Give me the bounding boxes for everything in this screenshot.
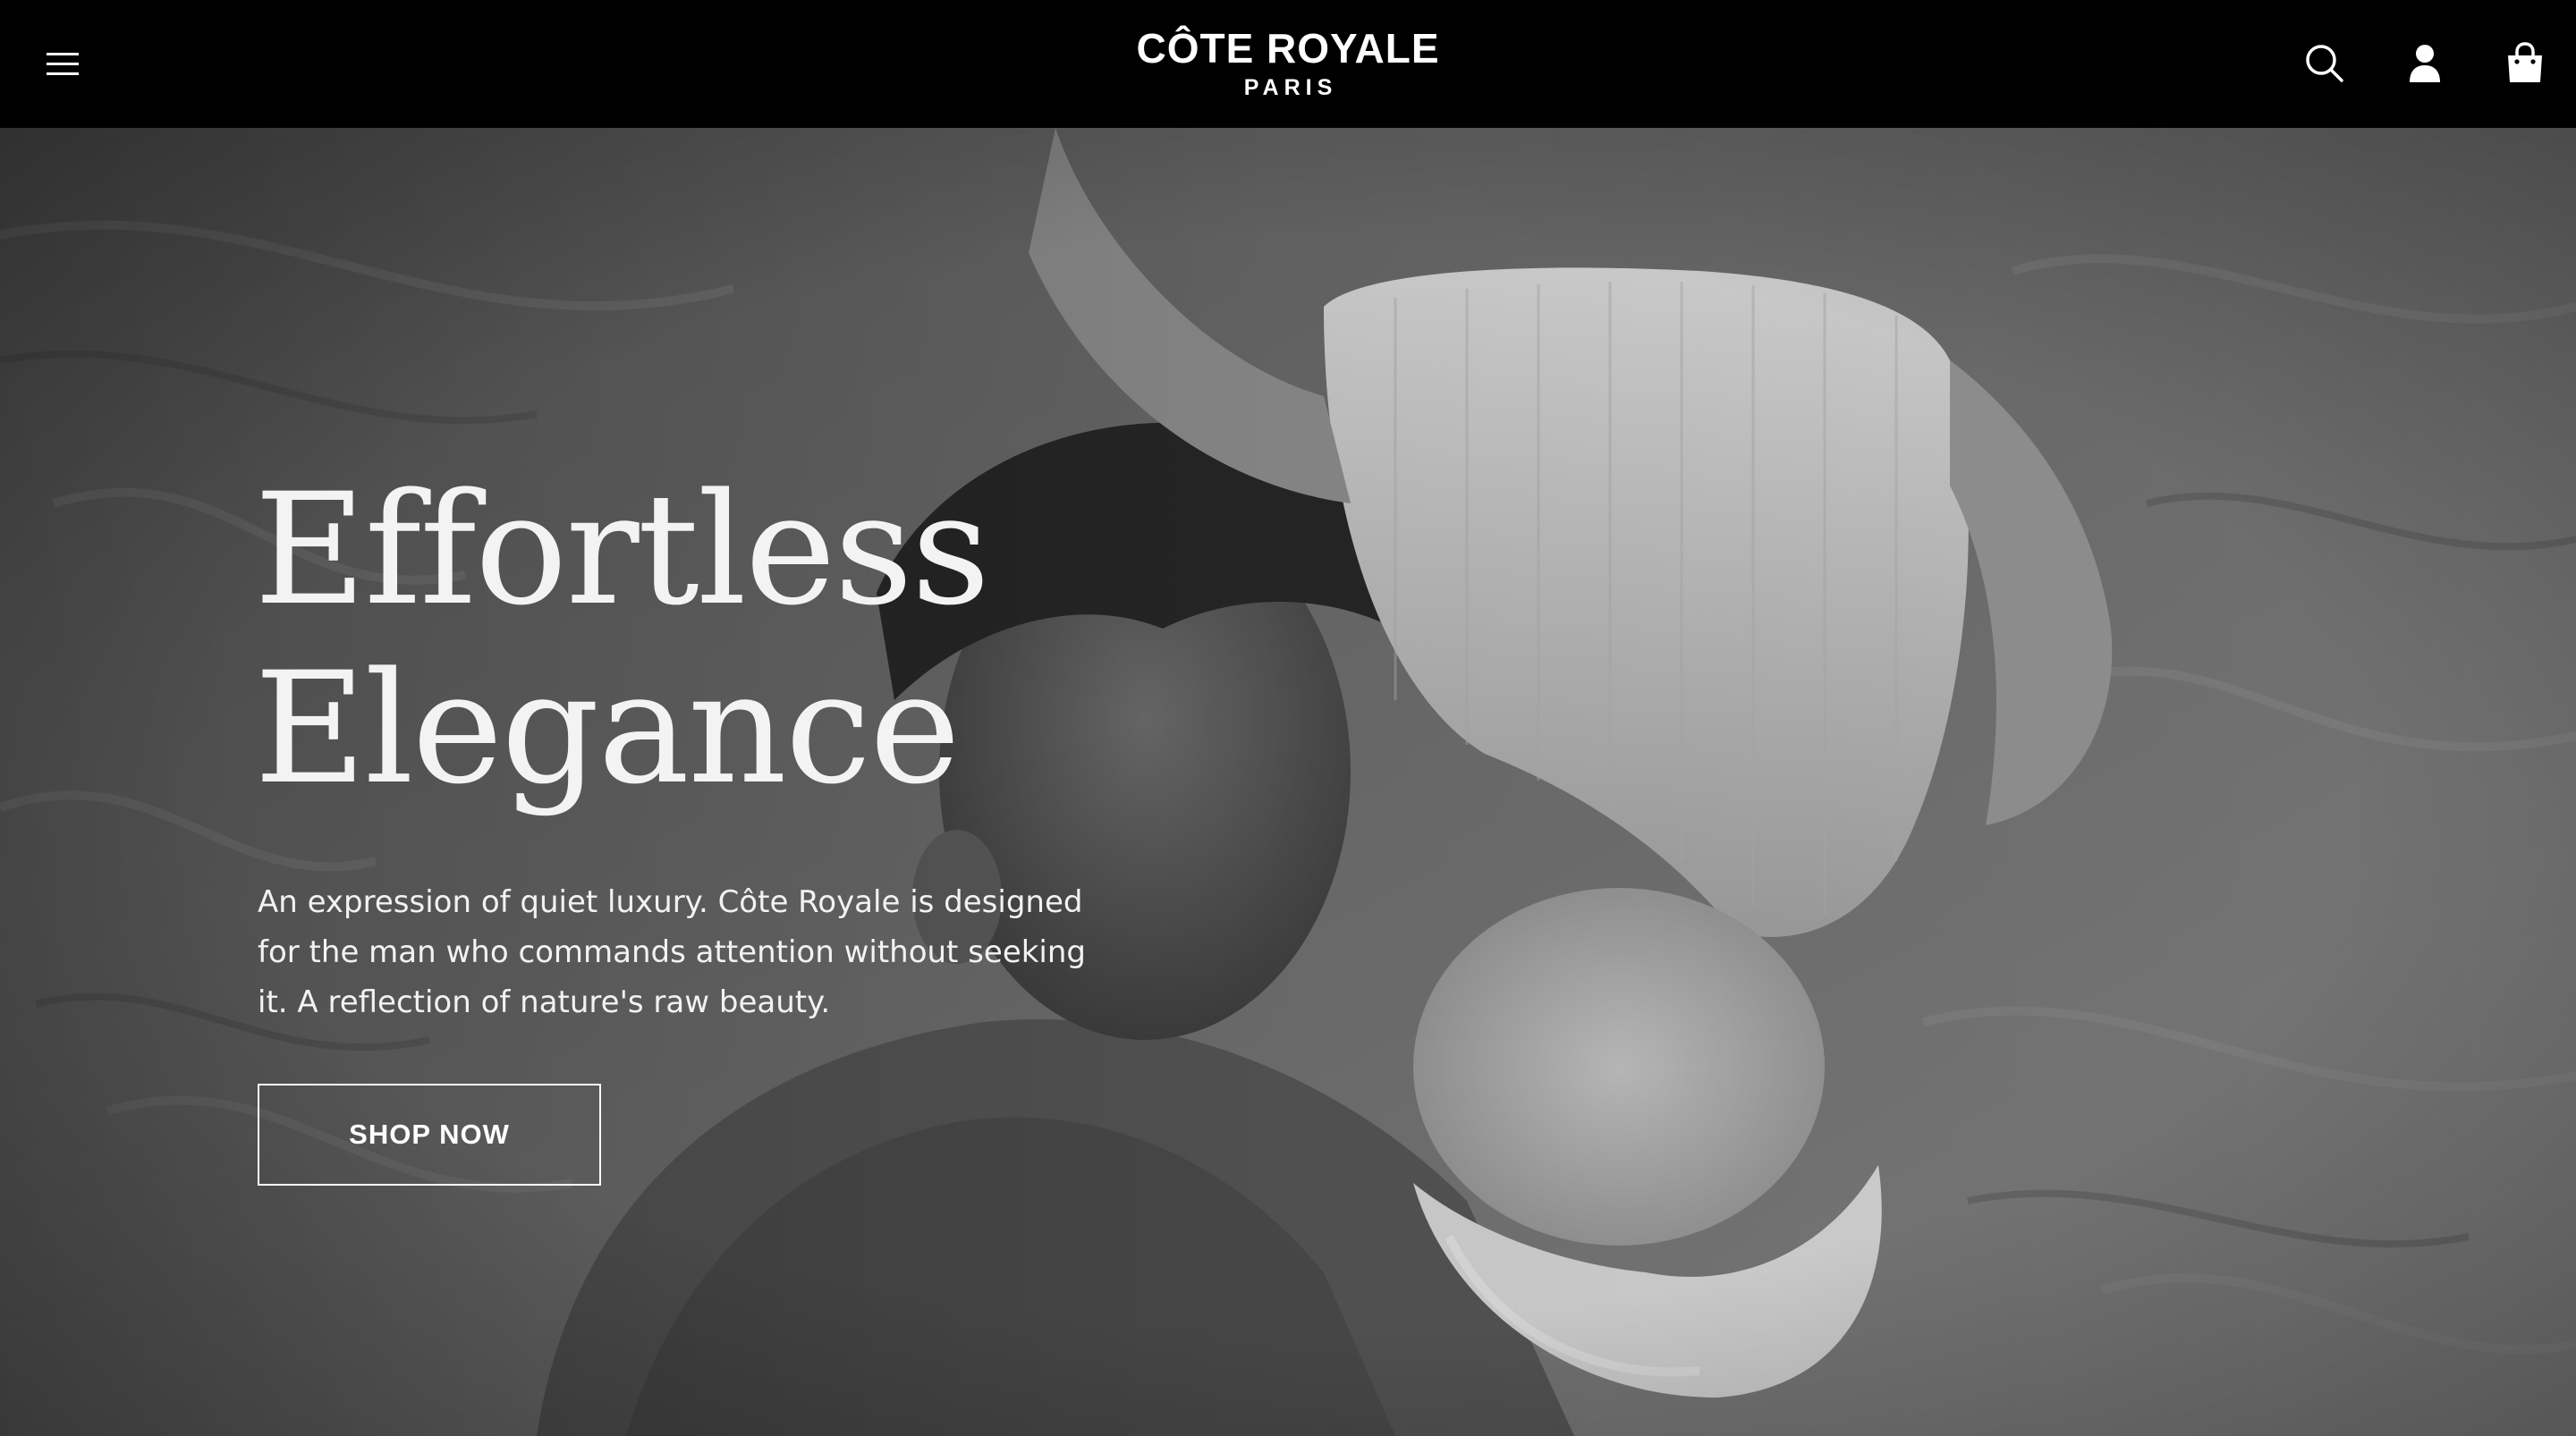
hero-title: Effortless Elegance [254,460,1238,818]
menu-line [47,72,79,75]
hamburger-menu-icon[interactable] [47,50,80,79]
brand-name: CÔTE ROYALE [1136,25,1440,72]
hero-title-line-2: Elegance [254,638,961,818]
hero-description: An expression of quiet luxury. Côte Roya… [258,884,1087,1020]
brand-subtitle: PARIS [1243,75,1338,100]
shop-now-button[interactable]: SHOP NOW [258,1084,601,1186]
menu-line [47,53,79,55]
cart-icon[interactable] [2503,41,2547,86]
menu-line [47,63,79,65]
account-icon[interactable] [2402,41,2447,86]
brand-logo[interactable]: CÔTE ROYALE PARIS [1109,23,1467,100]
hero-title-line-1: Effortless [254,460,990,639]
hero-banner: Effortless Elegance An expression of qui… [0,128,2576,1436]
search-icon[interactable] [2302,41,2347,86]
site-header: CÔTE ROYALE PARIS [0,0,2576,128]
